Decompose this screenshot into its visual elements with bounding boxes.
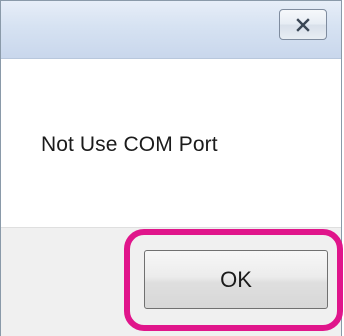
close-icon — [294, 16, 312, 34]
close-button[interactable] — [279, 9, 327, 40]
ok-button[interactable]: OK — [144, 250, 328, 309]
dialog-body: Not Use COM Port — [1, 59, 341, 227]
dialog-message: Not Use COM Port — [41, 133, 218, 156]
message-dialog: Not Use COM Port OK — [0, 0, 342, 336]
page: Not Use COM Port OK — [0, 0, 344, 336]
title-bar — [1, 1, 341, 59]
